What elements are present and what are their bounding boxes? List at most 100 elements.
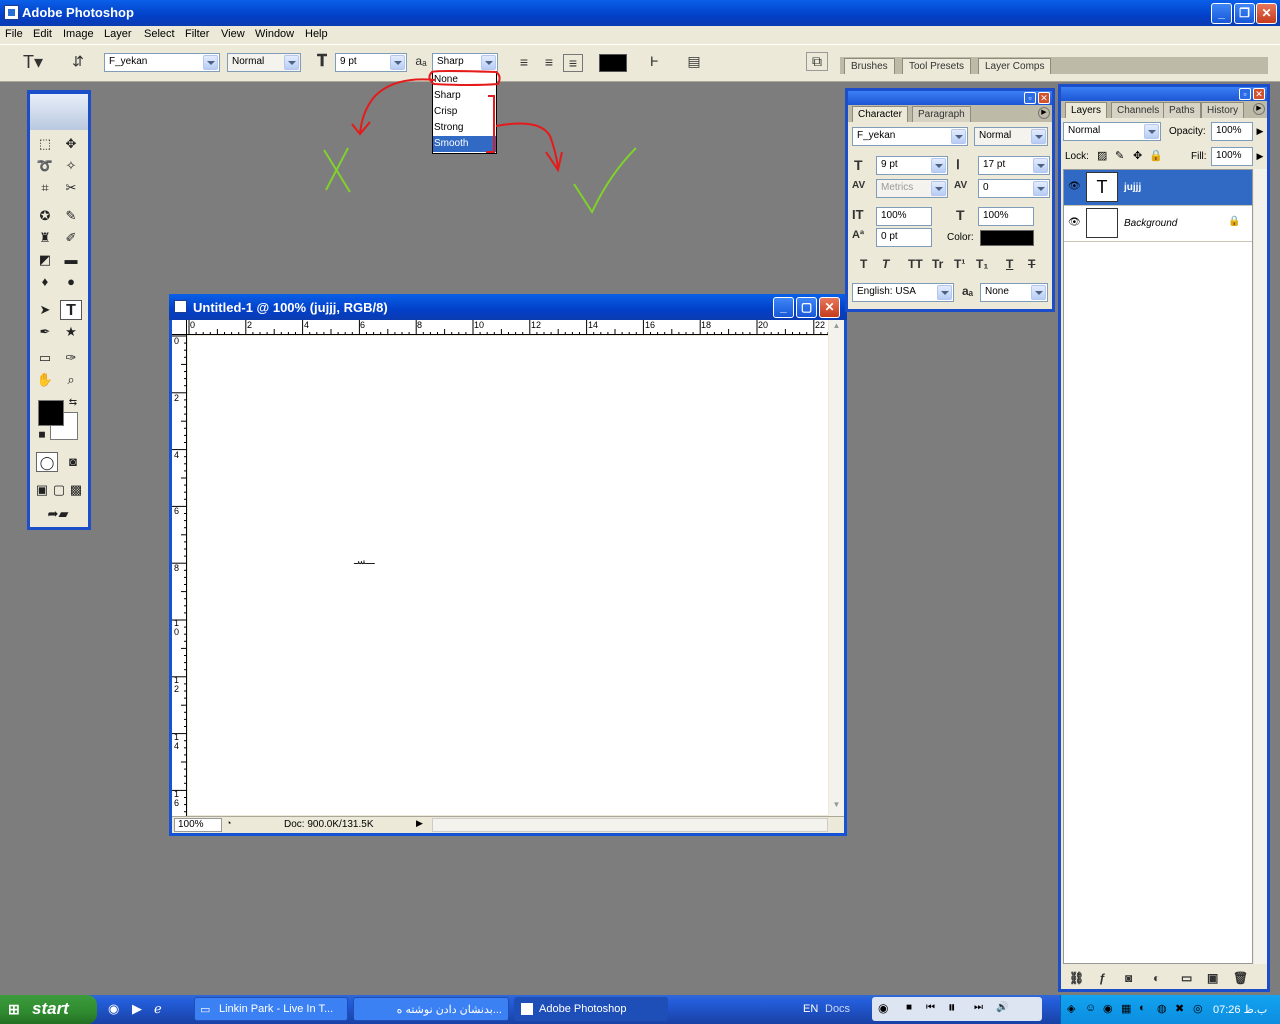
healing-brush-tool-icon[interactable]: ✪ (34, 206, 56, 226)
layers-list-scrollbar[interactable] (1254, 169, 1267, 964)
char-baseline-input[interactable]: 0 pt (876, 228, 932, 247)
link-layers-icon[interactable]: ⛓ (1069, 971, 1084, 985)
clone-stamp-tool-icon[interactable]: ♜ (34, 228, 56, 248)
char-kerning-select[interactable]: Metrics (876, 179, 948, 198)
character-panel-close-button[interactable]: ✕ (1038, 92, 1050, 104)
previous-icon[interactable]: ⏮ (926, 1002, 935, 1013)
all-caps-button[interactable]: TT (908, 257, 923, 271)
stop-icon[interactable]: ■ (906, 1002, 912, 1013)
tray-icon-3[interactable]: ◉ (1103, 1002, 1113, 1015)
status-info-icon[interactable]: ◔ (226, 818, 238, 832)
delete-layer-icon[interactable]: 🗑 (1233, 971, 1248, 985)
tray-icon-6[interactable]: ◍ (1157, 1002, 1167, 1015)
firefox-quicklaunch-icon[interactable]: ◉ (108, 1001, 119, 1017)
zoom-tool-icon[interactable]: ⌕ (60, 370, 82, 390)
font-style-select[interactable]: Normal (227, 53, 301, 72)
path-selection-tool-icon[interactable]: ➤ (34, 300, 56, 320)
layer-row-background[interactable]: 👁 Background 🔒 (1064, 206, 1252, 242)
lock-all-icon[interactable]: 🔒 (1149, 149, 1163, 162)
tab-paragraph[interactable]: Paragraph (912, 106, 971, 122)
document-vertical-scrollbar[interactable]: ▲ ▼ (829, 320, 844, 816)
char-hscale-input[interactable]: 100% (978, 207, 1034, 226)
tab-history[interactable]: History (1201, 102, 1245, 118)
small-caps-button[interactable]: Tr (932, 257, 943, 271)
palette-well-tab-tool-presets[interactable]: Tool Presets (902, 58, 972, 74)
taskbar-item-folder[interactable]: ▭ Linkin Park - Live In T... (194, 997, 348, 1021)
type-tool-preset-icon[interactable]: T▾ (20, 52, 46, 73)
strikethrough-button[interactable]: T (1028, 257, 1035, 271)
underline-button[interactable]: T (1006, 257, 1013, 271)
custom-shape-tool-icon[interactable]: ★ (60, 322, 82, 342)
palette-well-tab-layer-comps[interactable]: Layer Comps (978, 58, 1052, 74)
type-tool-icon[interactable]: T (60, 300, 82, 320)
minimize-button[interactable]: _ (1211, 3, 1232, 24)
quick-mask-mode-icon[interactable]: ◙ (62, 452, 84, 472)
slice-tool-icon[interactable]: ✂ (60, 178, 82, 198)
zoom-field[interactable]: 100% (174, 818, 222, 832)
subscript-button[interactable]: T₁ (976, 257, 988, 271)
eyedropper-tool-icon[interactable]: ✑ (60, 348, 82, 368)
language-indicator[interactable]: EN (803, 1003, 818, 1015)
full-screen-mode-icon[interactable]: ▩ (68, 480, 84, 500)
document-maximize-button[interactable]: ▢ (796, 297, 817, 318)
eraser-tool-icon[interactable]: ◩ (34, 250, 56, 270)
fill-input[interactable]: 100% (1211, 147, 1253, 166)
file-browser-icon[interactable]: ⧉ (806, 52, 828, 71)
blur-tool-icon[interactable]: ♦ (34, 272, 56, 292)
char-language-select[interactable]: English: USA (852, 283, 954, 302)
taskbar-item-photoshop[interactable]: Adobe Photoshop (514, 997, 668, 1021)
faux-italic-button[interactable]: T (882, 257, 889, 271)
lock-position-icon[interactable]: ✥ (1133, 149, 1142, 162)
marquee-tool-icon[interactable]: ⬚ (34, 134, 56, 154)
add-mask-icon[interactable]: ◙ (1125, 971, 1132, 985)
pause-icon[interactable]: ⏸ (948, 999, 956, 1016)
docs-toolbar-label[interactable]: Docs (825, 1003, 850, 1015)
tray-icon-1[interactable]: ◈ (1067, 1002, 1075, 1015)
menu-help[interactable]: Help (305, 28, 328, 40)
tray-icon-2[interactable]: ☺ (1085, 1002, 1096, 1014)
menu-layer[interactable]: Layer (104, 28, 132, 40)
scroll-up-icon[interactable]: ▲ (830, 321, 843, 334)
opacity-slider-arrow-icon[interactable]: ▶ (1253, 122, 1267, 141)
magic-wand-tool-icon[interactable]: ✧ (60, 156, 82, 176)
volume-icon[interactable]: 🔊 (996, 1002, 1008, 1013)
taskbar-item-firefox[interactable]: ...بدنشان دادن نوشته ه (353, 997, 509, 1021)
palettes-toggle-icon[interactable]: ▤ (684, 53, 704, 70)
text-orientation-icon[interactable]: ⇵ (68, 53, 88, 70)
char-size-select[interactable]: 9 pt (876, 156, 948, 175)
char-font-style-select[interactable]: Normal (974, 127, 1048, 146)
ruler-origin[interactable] (172, 320, 187, 335)
standard-mode-icon[interactable]: ◯ (36, 452, 58, 472)
char-antialias-select[interactable]: None (980, 283, 1048, 302)
font-family-select[interactable]: F_yekan (104, 53, 220, 72)
blend-mode-select[interactable]: Normal (1063, 122, 1161, 141)
lock-pixels-icon[interactable]: ✎ (1115, 149, 1124, 162)
menu-view[interactable]: View (221, 28, 245, 40)
layer-visibility-eye-icon[interactable]: 👁 (1068, 181, 1081, 192)
pen-tool-icon[interactable]: ✒ (34, 322, 56, 342)
palette-well-tab-brushes[interactable]: Brushes (844, 58, 895, 74)
faux-bold-button[interactable]: T (860, 257, 867, 271)
document-canvas[interactable]: ـــسـ (188, 336, 828, 815)
menu-edit[interactable]: Edit (33, 28, 52, 40)
network-icon[interactable]: ▦ (1121, 1002, 1131, 1015)
char-tracking-select[interactable]: 0 (978, 179, 1050, 198)
tab-channels[interactable]: Channels (1111, 102, 1166, 118)
layer-row-jujjj[interactable]: 👁 T jujjj (1064, 170, 1252, 206)
lock-transparency-icon[interactable]: ▨ (1097, 149, 1107, 162)
tray-icon-8[interactable]: ◎ (1193, 1002, 1203, 1015)
canvas-text-layer[interactable]: ـــسـ (354, 556, 375, 567)
menu-file[interactable]: File (5, 28, 23, 40)
menu-filter[interactable]: Filter (185, 28, 209, 40)
lasso-tool-icon[interactable]: ➰ (34, 156, 56, 176)
gradient-tool-icon[interactable]: ▬ (60, 250, 82, 270)
swap-colors-icon[interactable]: ⇆ (66, 396, 80, 410)
scroll-down-icon[interactable]: ▼ (830, 800, 843, 813)
superscript-button[interactable]: T¹ (954, 257, 965, 271)
layer-visibility-eye-icon[interactable]: 👁 (1068, 217, 1081, 228)
menu-image[interactable]: Image (63, 28, 94, 40)
tab-paths[interactable]: Paths (1163, 102, 1201, 118)
ie-quicklaunch-icon[interactable]: ℯ (154, 1001, 162, 1017)
jump-to-imageready-icon[interactable]: ➦▰ (36, 504, 80, 524)
document-minimize-button[interactable]: _ (773, 297, 794, 318)
